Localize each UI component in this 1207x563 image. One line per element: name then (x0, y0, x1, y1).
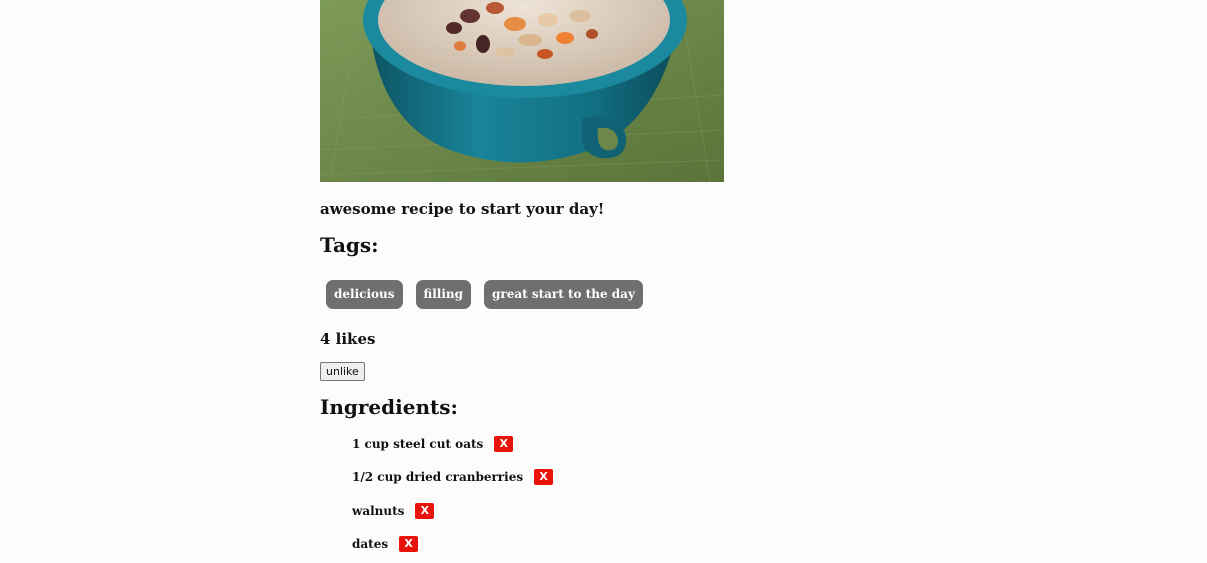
ingredient-name: 1/2 cup dried cranberries (352, 470, 524, 485)
tags-heading: Tags: (320, 233, 379, 257)
tag-filling[interactable]: filling (415, 280, 472, 309)
ingredients-heading: Ingredients: (320, 395, 458, 419)
tag-great-start-to-the-day[interactable]: great start to the day (484, 280, 643, 309)
list-item: 1/2 cup dried cranberries X (352, 465, 554, 489)
remove-ingredient-button[interactable]: X (534, 469, 554, 486)
page: awesome recipe to start your day! Tags: … (0, 0, 1207, 563)
remove-ingredient-button[interactable]: X (494, 436, 514, 452)
remove-ingredient-button[interactable]: X (399, 535, 419, 552)
ingredient-name: dates (352, 536, 389, 551)
tag-delicious[interactable]: delicious (326, 280, 403, 309)
list-item: dates X (352, 532, 553, 556)
ingredient-name: 1 cup steel cut oats (352, 437, 484, 451)
recipe-content: awesome recipe to start your day! Tags: … (320, 0, 920, 552)
likes-count: 4 likes (320, 330, 376, 348)
ingredient-name: walnuts (352, 503, 405, 518)
unlike-button[interactable]: unlike (320, 362, 365, 381)
list-item: 1 cup steel cut oats X (352, 432, 553, 456)
recipe-image (320, 0, 724, 182)
tag-list: delicious filling great start to the day (326, 280, 643, 309)
list-item: walnuts X (352, 499, 553, 523)
ingredient-list: 1 cup steel cut oats X 1/2 cup dried cra… (352, 432, 554, 563)
recipe-description: awesome recipe to start your day! (320, 200, 605, 218)
remove-ingredient-button[interactable]: X (415, 502, 435, 519)
